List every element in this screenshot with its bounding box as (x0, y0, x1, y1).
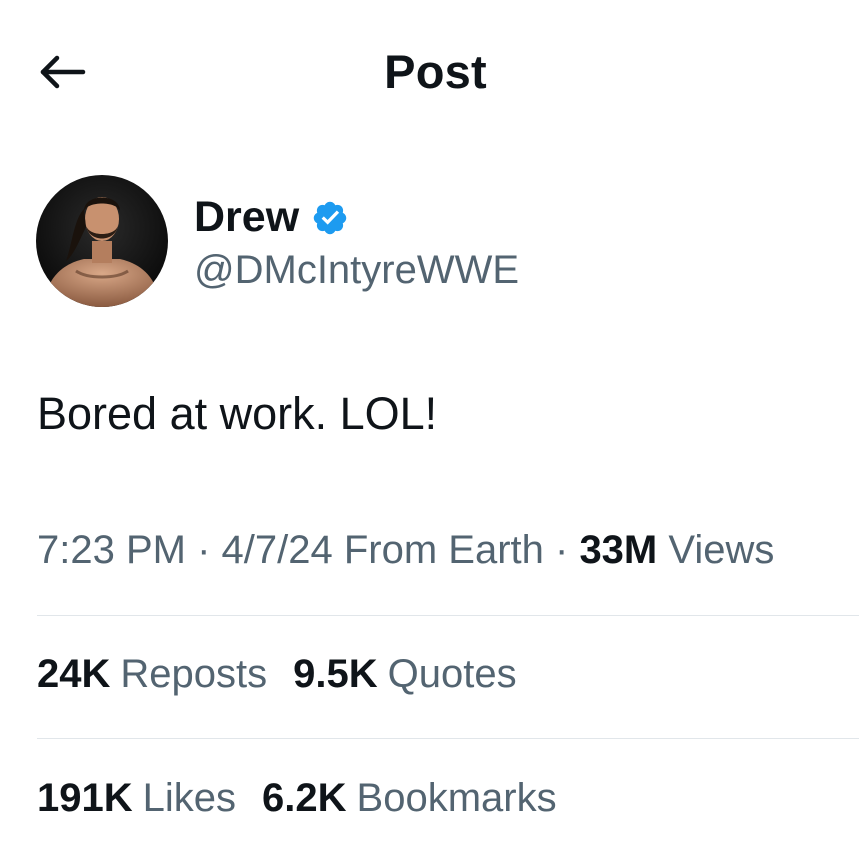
post-author: Drew @DMcIntyreWWE (36, 174, 519, 308)
bookmarks-label: Bookmarks (356, 776, 557, 820)
bookmarks-count: 6.2K (262, 776, 347, 820)
stats-row-likes: 191K Likes 6.2K Bookmarks (37, 776, 583, 821)
meta-separator: · (185, 528, 222, 572)
reposts-count: 24K (37, 652, 111, 696)
post-source: From Earth (332, 528, 544, 572)
divider (37, 615, 859, 616)
likes-count: 191K (37, 776, 133, 820)
top-bar: Post (0, 0, 859, 140)
quotes-label: Quotes (387, 652, 517, 696)
views-label: Views (657, 528, 775, 572)
quotes-count: 9.5K (293, 652, 378, 696)
author-handle[interactable]: @DMcIntyreWWE (194, 248, 519, 293)
likes-label: Likes (142, 776, 237, 820)
divider (37, 738, 859, 739)
reposts-label: Reposts (120, 652, 268, 696)
avatar[interactable] (36, 175, 168, 307)
reposts-stat[interactable]: 24K Reposts (37, 652, 267, 697)
verified-badge-icon (311, 199, 349, 237)
author-display-name[interactable]: Drew (194, 193, 299, 242)
views-count: 33M (579, 528, 658, 572)
bookmarks-stat[interactable]: 6.2K Bookmarks (262, 776, 557, 821)
meta-separator: · (543, 528, 580, 572)
post-date[interactable]: 4/7/24 (222, 528, 333, 572)
post-text: Bored at work. LOL! (37, 388, 438, 439)
likes-stat[interactable]: 191K Likes (37, 776, 236, 821)
quotes-stat[interactable]: 9.5K Quotes (293, 652, 516, 697)
avatar-image (36, 175, 168, 307)
post-time[interactable]: 7:23 PM (37, 528, 186, 572)
stats-row-engagement: 24K Reposts 9.5K Quotes (37, 652, 543, 697)
post-meta: 7:23 PM · 4/7/24 From Earth · 33M Views (37, 528, 774, 573)
page-title: Post (384, 45, 487, 98)
